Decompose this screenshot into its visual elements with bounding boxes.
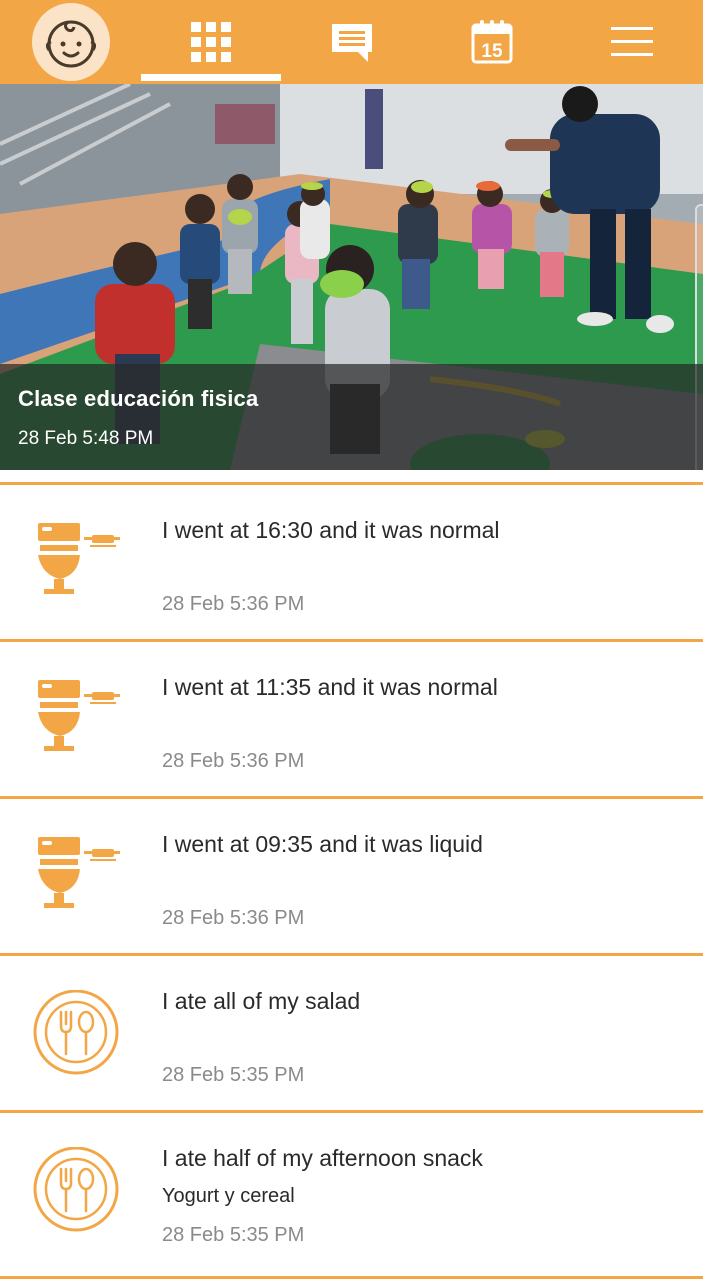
- feed-item-title: I ate all of my salad: [162, 988, 361, 1014]
- meal-icon: [30, 1146, 120, 1242]
- feed-item-title: I ate half of my afternoon snack: [162, 1145, 483, 1171]
- feed-spacer: [0, 470, 703, 482]
- toilet-icon: [30, 837, 120, 922]
- hero-timestamp: 28 Feb 5:48 PM: [18, 428, 154, 449]
- toilet-icon: [30, 680, 120, 765]
- nav-tab-messages[interactable]: [282, 0, 422, 84]
- activity-feed: I went at 16:30 and it was normal 28 Feb…: [0, 470, 703, 1267]
- feed-item-time: 28 Feb 5:36 PM: [162, 593, 305, 615]
- feed-item-toilet[interactable]: I went at 16:30 and it was normal 28 Feb…: [0, 482, 703, 639]
- feed-item-meal[interactable]: I ate half of my afternoon snack Yogurt …: [0, 1110, 703, 1267]
- feed-item-toilet[interactable]: I went at 09:35 and it was liquid 28 Feb…: [0, 796, 703, 953]
- calendar-icon: 15: [471, 20, 513, 64]
- toilet-icon: [30, 523, 120, 608]
- feed-item-time: 28 Feb 5:36 PM: [162, 907, 305, 929]
- chat-icon: [332, 24, 372, 62]
- feed-item-title: I went at 09:35 and it was liquid: [162, 831, 483, 857]
- feed-item-meal[interactable]: I ate all of my salad 28 Feb 5:35 PM: [0, 953, 703, 1110]
- grid-icon: [191, 22, 231, 62]
- nav-menu-button[interactable]: [562, 0, 702, 84]
- feed-item-title: I went at 11:35 and it was normal: [162, 674, 498, 700]
- hero-caption-overlay: [0, 364, 703, 470]
- hero-photo-card[interactable]: Clase educación fisica 28 Feb 5:48 PM: [0, 84, 703, 470]
- hero-title: Clase educación fisica: [18, 386, 259, 411]
- feed-item-subtitle: Yogurt y cereal: [162, 1185, 295, 1207]
- feed-bottom-divider: [0, 1276, 703, 1279]
- feed-item-toilet[interactable]: I went at 11:35 and it was normal 28 Feb…: [0, 639, 703, 796]
- nav-tab-feed[interactable]: [141, 0, 281, 84]
- feed-item-title: I went at 16:30 and it was normal: [162, 517, 500, 543]
- meal-icon: [30, 989, 120, 1085]
- baby-face-icon: [45, 20, 97, 68]
- profile-avatar[interactable]: [32, 3, 110, 81]
- calendar-day: 15: [481, 41, 503, 62]
- nav-tab-calendar[interactable]: 15: [422, 0, 562, 84]
- feed-item-time: 28 Feb 5:35 PM: [162, 1224, 305, 1246]
- feed-item-time: 28 Feb 5:36 PM: [162, 750, 305, 772]
- feed-item-time: 28 Feb 5:35 PM: [162, 1064, 305, 1086]
- top-nav-bar: 15: [0, 0, 703, 84]
- hamburger-menu-icon: [611, 27, 653, 56]
